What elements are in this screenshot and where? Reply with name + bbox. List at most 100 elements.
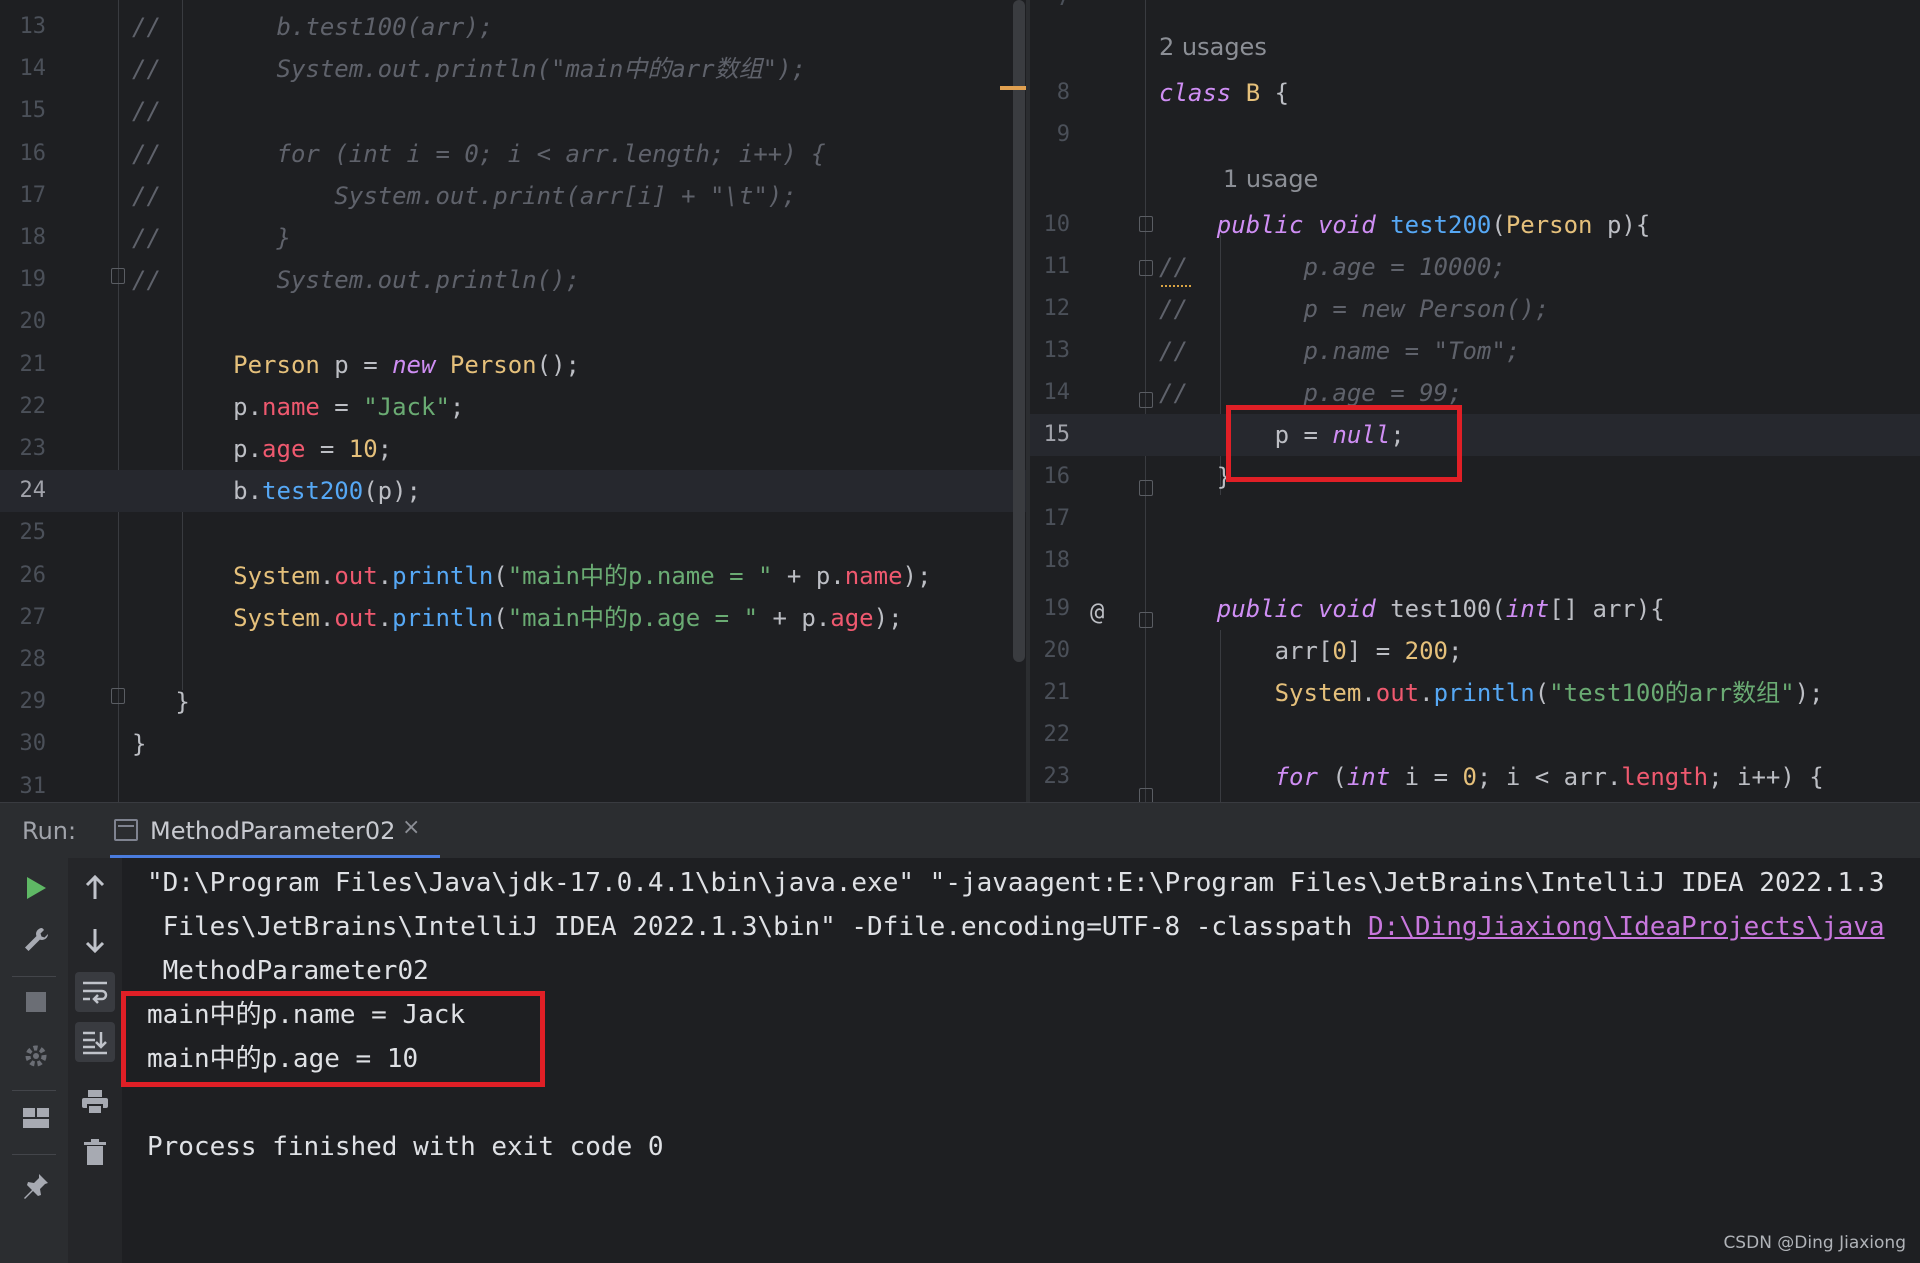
code-line[interactable]: 18 // }	[0, 217, 1026, 259]
code-line[interactable]: 20 arr[0] = 200;	[1030, 630, 1920, 672]
code-line[interactable]: 12 // p = new Person();	[1030, 288, 1920, 330]
code-line[interactable]: 19 // System.out.println();	[0, 259, 1026, 301]
line-number[interactable]: 20	[0, 301, 47, 343]
line-number[interactable]: 15	[0, 90, 47, 132]
code-line[interactable]: 22	[1030, 714, 1920, 756]
code-line[interactable]: 15 p = null;	[1030, 414, 1920, 456]
soft-wrap-icon[interactable]	[75, 972, 115, 1012]
code-line[interactable]: 26 System.out.println("main中的p.name = " …	[0, 555, 1026, 597]
line-number[interactable]: 20	[1030, 630, 1071, 672]
code-line[interactable]: 23 for (int i = 0; i < arr.length; i++) …	[1030, 756, 1920, 798]
fold-marker-icon[interactable]	[1139, 260, 1153, 276]
scroll-to-end-icon[interactable]	[75, 1022, 115, 1062]
code-line[interactable]: 19 public void test100(int[] arr){	[1030, 588, 1920, 630]
code-line[interactable]: 17 // System.out.print(arr[i] + "\t");	[0, 175, 1026, 217]
fold-marker-icon[interactable]	[1139, 216, 1153, 232]
debug-settings-icon[interactable]	[16, 1036, 56, 1076]
arrow-up-icon[interactable]	[75, 868, 115, 908]
line-number[interactable]: 19	[0, 259, 47, 301]
code-line[interactable]: 24 b.test200(p);	[0, 470, 1026, 513]
code-line[interactable]: 30}	[0, 723, 1026, 765]
line-number[interactable]: 13	[1030, 330, 1071, 372]
arrow-down-icon[interactable]	[75, 920, 115, 960]
code-line[interactable]: 14 // System.out.println("main中的arr数组");	[0, 48, 1026, 90]
line-number[interactable]: 19	[1030, 588, 1071, 630]
fold-marker-icon[interactable]	[111, 688, 125, 704]
line-number[interactable]: 10	[1030, 204, 1071, 246]
line-number[interactable]: 28	[0, 639, 47, 681]
code-line[interactable]: 21 Person p = new Person();	[0, 344, 1026, 386]
code-line[interactable]: 20	[0, 301, 1026, 343]
code-line[interactable]: 8 class B {	[1030, 72, 1920, 114]
line-number[interactable]: 23	[1030, 756, 1071, 798]
classpath-link[interactable]: D:\DingJiaxiong\IdeaProjects\java	[1368, 912, 1885, 942]
code-text: // b.test100(arr);	[132, 6, 493, 48]
code-line[interactable]: 25	[0, 512, 1026, 554]
fold-marker-icon[interactable]	[111, 268, 125, 284]
code-line[interactable]: 13 // b.test100(arr);	[0, 6, 1026, 48]
change-marker[interactable]	[1000, 86, 1026, 90]
code-line[interactable]: 9	[1030, 114, 1920, 156]
code-line[interactable]: 18	[1030, 540, 1920, 582]
code-line[interactable]: 17	[1030, 498, 1920, 540]
editor-scrollbar[interactable]	[1013, 0, 1025, 662]
layout-icon[interactable]	[16, 1098, 56, 1138]
line-number[interactable]: 15	[1030, 414, 1071, 456]
code-line[interactable]: 10 public void test200(Person p){	[1030, 204, 1920, 246]
stop-icon[interactable]	[16, 982, 56, 1022]
line-number[interactable]: 14	[0, 48, 47, 90]
trash-icon[interactable]	[75, 1132, 115, 1172]
left-editor[interactable]: 13 // b.test100(arr); 14// System.out.prin…	[0, 0, 1026, 802]
line-number[interactable]: 27	[0, 597, 47, 639]
line-number[interactable]: 14	[1030, 372, 1071, 414]
code-line[interactable]: 16 }	[1030, 456, 1920, 498]
right-editor[interactable]: 7 2 usages 1 usage 8class B {910 public …	[1030, 0, 1920, 802]
line-number[interactable]: 11	[1030, 246, 1071, 288]
usages-hint[interactable]: 1 usage	[1223, 158, 1318, 200]
print-icon[interactable]	[75, 1082, 115, 1122]
line-number[interactable]: 12	[1030, 288, 1071, 330]
line-number[interactable]: 9	[1030, 114, 1070, 156]
code-line[interactable]: 29 }	[0, 681, 1026, 723]
fold-marker-icon[interactable]	[1139, 392, 1153, 408]
line-number[interactable]: 8	[1030, 72, 1070, 114]
pin-icon[interactable]	[16, 1166, 56, 1206]
line-number[interactable]: 30	[0, 723, 47, 765]
line-number[interactable]: 21	[1030, 672, 1071, 714]
run-icon[interactable]	[16, 868, 56, 908]
line-number[interactable]: 16	[0, 133, 47, 175]
line-number[interactable]: 17	[1030, 498, 1071, 540]
line-number[interactable]: 23	[0, 428, 47, 470]
line-number[interactable]: 16	[1030, 456, 1071, 498]
fold-marker-icon[interactable]	[1139, 612, 1153, 628]
run-tab-methodparameter02[interactable]: MethodParameter02 ×	[110, 803, 440, 859]
code-line[interactable]: 27 System.out.println("main中的p.age = " +…	[0, 597, 1026, 639]
override-icon[interactable]: @	[1090, 598, 1104, 626]
line-number[interactable]: 18	[0, 217, 47, 259]
line-number[interactable]: 29	[0, 681, 47, 723]
wrench-icon[interactable]	[16, 920, 56, 960]
line-number[interactable]: 22	[0, 386, 47, 428]
line-number[interactable]: 13	[0, 6, 47, 48]
code-line[interactable]: 22 p.name = "Jack";	[0, 386, 1026, 428]
line-number[interactable]: 26	[0, 555, 47, 597]
code-line[interactable]: 13 // p.name = "Tom";	[1030, 330, 1920, 372]
code-line[interactable]: 31	[0, 766, 1026, 802]
line-number[interactable]: 17	[0, 175, 47, 217]
code-line[interactable]: 21 System.out.println("test100的arr数组");	[1030, 672, 1920, 714]
line-number[interactable]: 18	[1030, 540, 1071, 582]
code-line[interactable]: 15 //	[0, 90, 1026, 132]
line-number[interactable]: 21	[0, 344, 47, 386]
line-number[interactable]: 31	[0, 766, 47, 802]
close-icon[interactable]: ×	[402, 815, 420, 840]
line-number[interactable]: 25	[0, 512, 47, 554]
line-number[interactable]: 24	[0, 470, 47, 512]
fold-marker-icon[interactable]	[1139, 480, 1153, 496]
code-line[interactable]: 16 // for (int i = 0; i < arr.length; i++…	[0, 133, 1026, 175]
code-line[interactable]: 28	[0, 639, 1026, 681]
code-line[interactable]: 23 p.age = 10;	[0, 428, 1026, 470]
line-number[interactable]: 22	[1030, 714, 1071, 756]
usages-hint[interactable]: 2 usages	[1159, 26, 1267, 68]
code-line[interactable]: 14 // p.age = 99;	[1030, 372, 1920, 414]
fold-marker-icon[interactable]	[1139, 788, 1153, 802]
